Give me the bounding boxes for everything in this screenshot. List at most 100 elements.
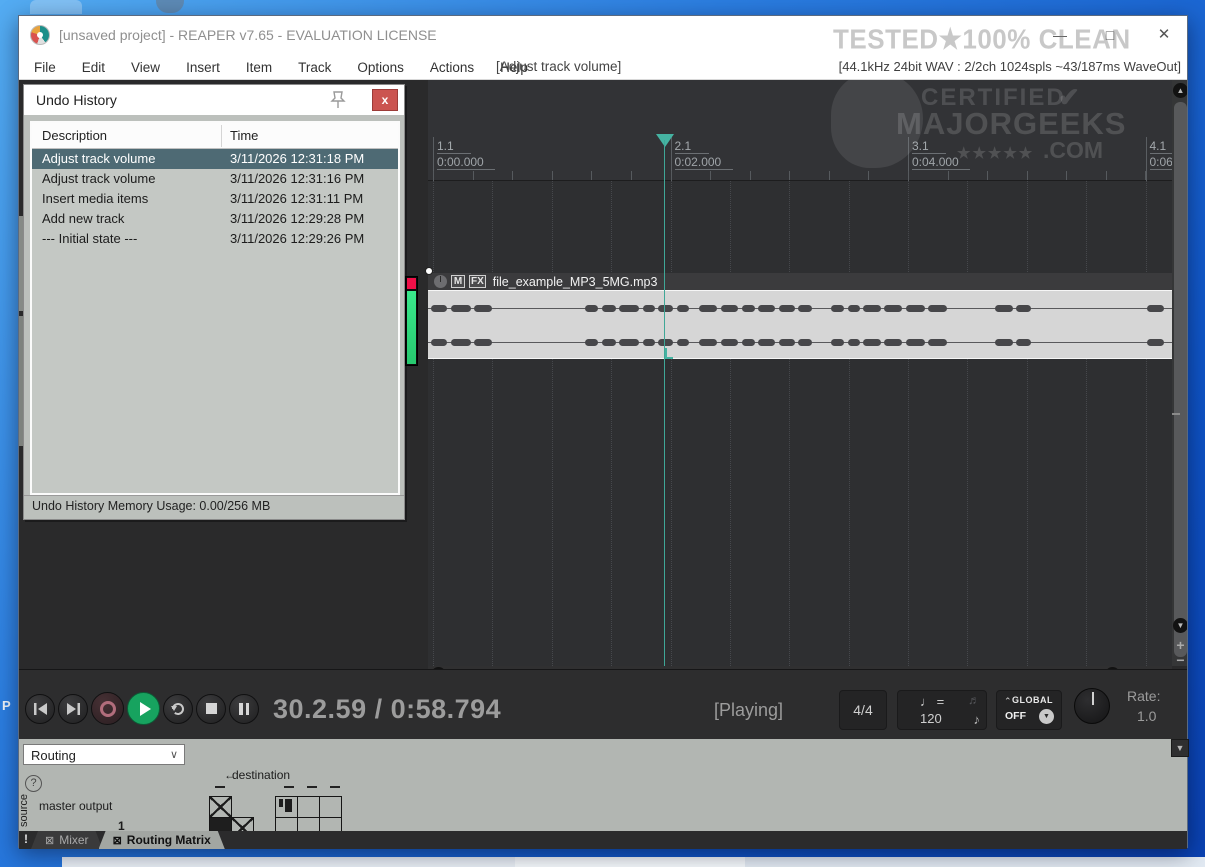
pin-icon[interactable]: [327, 89, 349, 111]
menu-item-track[interactable]: Track: [285, 60, 344, 75]
view-selector-dropdown[interactable]: Routing ∨: [23, 744, 185, 765]
menu-item-actions[interactable]: Actions: [417, 60, 487, 75]
undo-row[interactable]: Add new track 3/11/2026 12:29:28 PM: [32, 209, 398, 229]
media-item[interactable]: M FX file_example_MP3_5MG.mp3: [428, 273, 1172, 359]
undo-list-header[interactable]: Description Time: [32, 123, 398, 149]
matrix-cell[interactable]: [297, 796, 320, 818]
grid-line: [492, 181, 494, 666]
undo-row-description: --- Initial state ---: [42, 231, 138, 246]
edit-cursor-marker[interactable]: [656, 134, 674, 147]
ruler-tick: [1066, 171, 1068, 180]
repeat-button[interactable]: [163, 693, 193, 724]
undo-row-time: 3/11/2026 12:31:11 PM: [230, 191, 364, 206]
matrix-column-dash: [284, 786, 294, 788]
menu-item-edit[interactable]: Edit: [69, 60, 118, 75]
dialog-title-bar[interactable]: Undo History x: [24, 85, 404, 115]
ruler-tick: [987, 171, 989, 180]
waveform-dash: [658, 305, 674, 312]
close-button[interactable]: ✕: [1153, 24, 1175, 46]
item-fade-handle[interactable]: [425, 267, 433, 275]
undo-row[interactable]: --- Initial state --- 3/11/2026 12:29:26 …: [32, 229, 398, 249]
docker-tab-bar: ! ⊠ Mixer ⊠ Routing Matrix: [19, 831, 1187, 849]
column-time[interactable]: Time: [230, 128, 258, 143]
go-to-start-button[interactable]: [25, 693, 55, 724]
media-item-header[interactable]: M FX file_example_MP3_5MG.mp3: [428, 273, 1172, 290]
scroll-up-icon[interactable]: ▲: [1173, 83, 1187, 98]
undo-row-description: Adjust track volume: [42, 171, 156, 186]
column-description[interactable]: Description: [42, 128, 107, 143]
maximize-button[interactable]: □: [1099, 24, 1121, 46]
menu-item-item[interactable]: Item: [233, 60, 285, 75]
last-action-indicator: [Adjust track volume]: [496, 59, 622, 74]
timeline-area[interactable]: 1.1 0:00.000 2.1 0:02.000 3.1 0:04.000 4.1 0:06…: [425, 80, 1187, 666]
matrix-cell[interactable]: [319, 796, 342, 818]
undo-row[interactable]: Adjust track volume 3/11/2026 12:31:18 PM: [32, 149, 398, 169]
undo-list[interactable]: Description Time Adjust track volume 3/11…: [30, 121, 400, 495]
menu-item-view[interactable]: View: [118, 60, 173, 75]
stop-button[interactable]: [196, 693, 226, 724]
help-icon[interactable]: ?: [25, 775, 42, 792]
media-item-waveform[interactable]: [428, 290, 1172, 359]
bpm-value[interactable]: 120: [920, 711, 942, 726]
global-dropdown-icon[interactable]: ▼: [1039, 709, 1054, 724]
bar-number-label: 3.1: [912, 139, 946, 154]
desktop-icon-label: P: [2, 698, 11, 713]
transport-position-display[interactable]: 30.2.59 / 0:58.794: [273, 694, 501, 725]
time-signature-box[interactable]: 4/4: [839, 690, 887, 730]
note-icon: ♪: [973, 712, 981, 727]
playrate-knob[interactable]: [1074, 688, 1110, 724]
undo-row-time: 3/11/2026 12:29:28 PM: [230, 211, 365, 226]
go-to-end-button[interactable]: [58, 693, 88, 724]
vertical-scrollbar[interactable]: ▲ ▼ + −: [1172, 80, 1187, 668]
pause-button[interactable]: [229, 693, 259, 724]
play-button[interactable]: [127, 692, 160, 725]
ruler-tick: [670, 171, 672, 180]
global-automation-button[interactable]: ⌃ GLOBAL OFF ▼: [996, 690, 1062, 730]
pause-icon: [239, 702, 249, 715]
waveform-dash: [474, 305, 492, 312]
menu-item-file[interactable]: File: [21, 60, 69, 75]
item-mute-button[interactable]: M: [451, 275, 465, 288]
matrix-cell[interactable]: [275, 796, 298, 818]
item-volume-knob-icon[interactable]: [434, 275, 447, 288]
grid-line: [729, 181, 731, 666]
bar-number-label: 2.1: [674, 139, 709, 154]
ruler-tick: [868, 171, 870, 180]
scroll-down-icon[interactable]: ▼: [1173, 618, 1187, 633]
menu-item-insert[interactable]: Insert: [173, 60, 233, 75]
ruler-tick: [1145, 171, 1147, 180]
minimize-button[interactable]: —: [1049, 24, 1071, 46]
waveform-dash: [778, 305, 795, 312]
waveform-dash: [798, 305, 812, 312]
zoom-in-vertical-button[interactable]: +: [1173, 637, 1187, 653]
zoom-out-vertical-button[interactable]: −: [1173, 652, 1187, 668]
tempo-box[interactable]: ♩ = 120 ♬ ♪: [897, 690, 987, 730]
waveform-dash: [698, 339, 718, 346]
matrix-cell[interactable]: [209, 796, 232, 818]
record-button[interactable]: [91, 692, 124, 725]
waveform-dash: [830, 339, 844, 346]
dialog-close-button[interactable]: x: [372, 89, 398, 111]
undo-rows: Adjust track volume 3/11/2026 12:31:18 PM…: [32, 149, 398, 249]
tab-routing-matrix[interactable]: ⊠ Routing Matrix: [99, 831, 225, 849]
undo-row[interactable]: Insert media items 3/11/2026 12:31:11 PM: [32, 189, 398, 209]
item-fx-button[interactable]: FX: [469, 275, 486, 288]
vertical-scroll-thumb[interactable]: [1174, 102, 1187, 657]
waveform-dash: [830, 305, 844, 312]
tab-mixer[interactable]: ⊠ Mixer: [31, 831, 103, 849]
dialog-status-bar: Undo History Memory Usage: 0.00/256 MB: [24, 495, 404, 515]
waveform-dash: [995, 339, 1013, 346]
grid-line: [908, 181, 909, 666]
grid-line: [848, 181, 850, 666]
docker-scroll-down-icon[interactable]: ▼: [1171, 739, 1189, 757]
ruler-tick: [630, 171, 632, 180]
waveform-dash: [928, 305, 947, 312]
undo-row-time: 3/11/2026 12:31:16 PM: [230, 171, 365, 186]
menu-item-options[interactable]: Options: [344, 60, 417, 75]
waveform-dash: [798, 339, 812, 346]
timeline-ruler[interactable]: 1.1 0:00.000 2.1 0:02.000 3.1 0:04.000 4.1 0:06…: [428, 80, 1187, 181]
column-divider[interactable]: [221, 125, 222, 147]
rate-value[interactable]: 1.0: [1137, 708, 1156, 724]
undo-row[interactable]: Adjust track volume 3/11/2026 12:31:16 PM: [32, 169, 398, 189]
zoom-center-mark: [1172, 413, 1180, 415]
